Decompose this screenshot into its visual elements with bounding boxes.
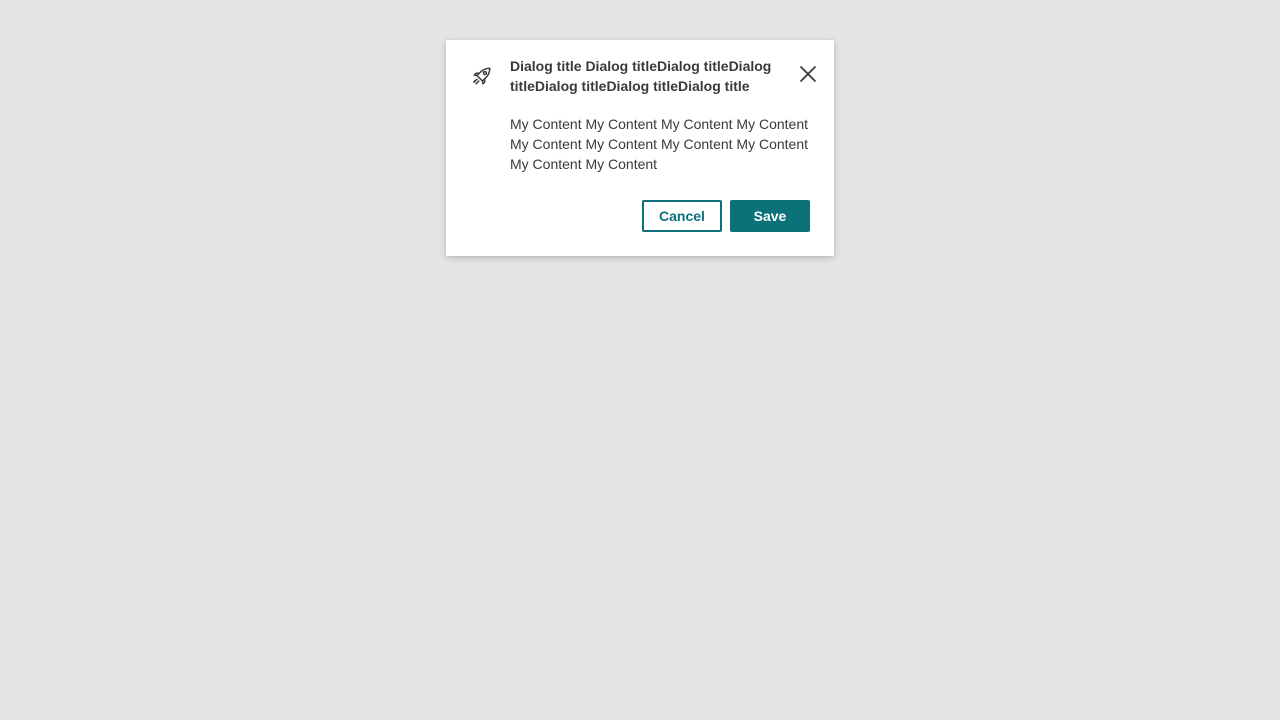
page-backdrop: Dialog title Dialog titleDialog titleDia… — [0, 0, 1280, 720]
dialog-content: My Content My Content My Content My Cont… — [510, 116, 809, 172]
dialog: Dialog title Dialog titleDialog titleDia… — [446, 40, 834, 256]
close-icon[interactable] — [799, 65, 817, 88]
rocket-icon — [470, 64, 494, 88]
dialog-actions: Cancel Save — [642, 200, 810, 232]
dialog-title: Dialog title Dialog titleDialog titleDia… — [510, 58, 772, 94]
cancel-button[interactable]: Cancel — [642, 200, 722, 232]
save-button[interactable]: Save — [730, 200, 810, 232]
close-button[interactable] — [796, 64, 820, 88]
